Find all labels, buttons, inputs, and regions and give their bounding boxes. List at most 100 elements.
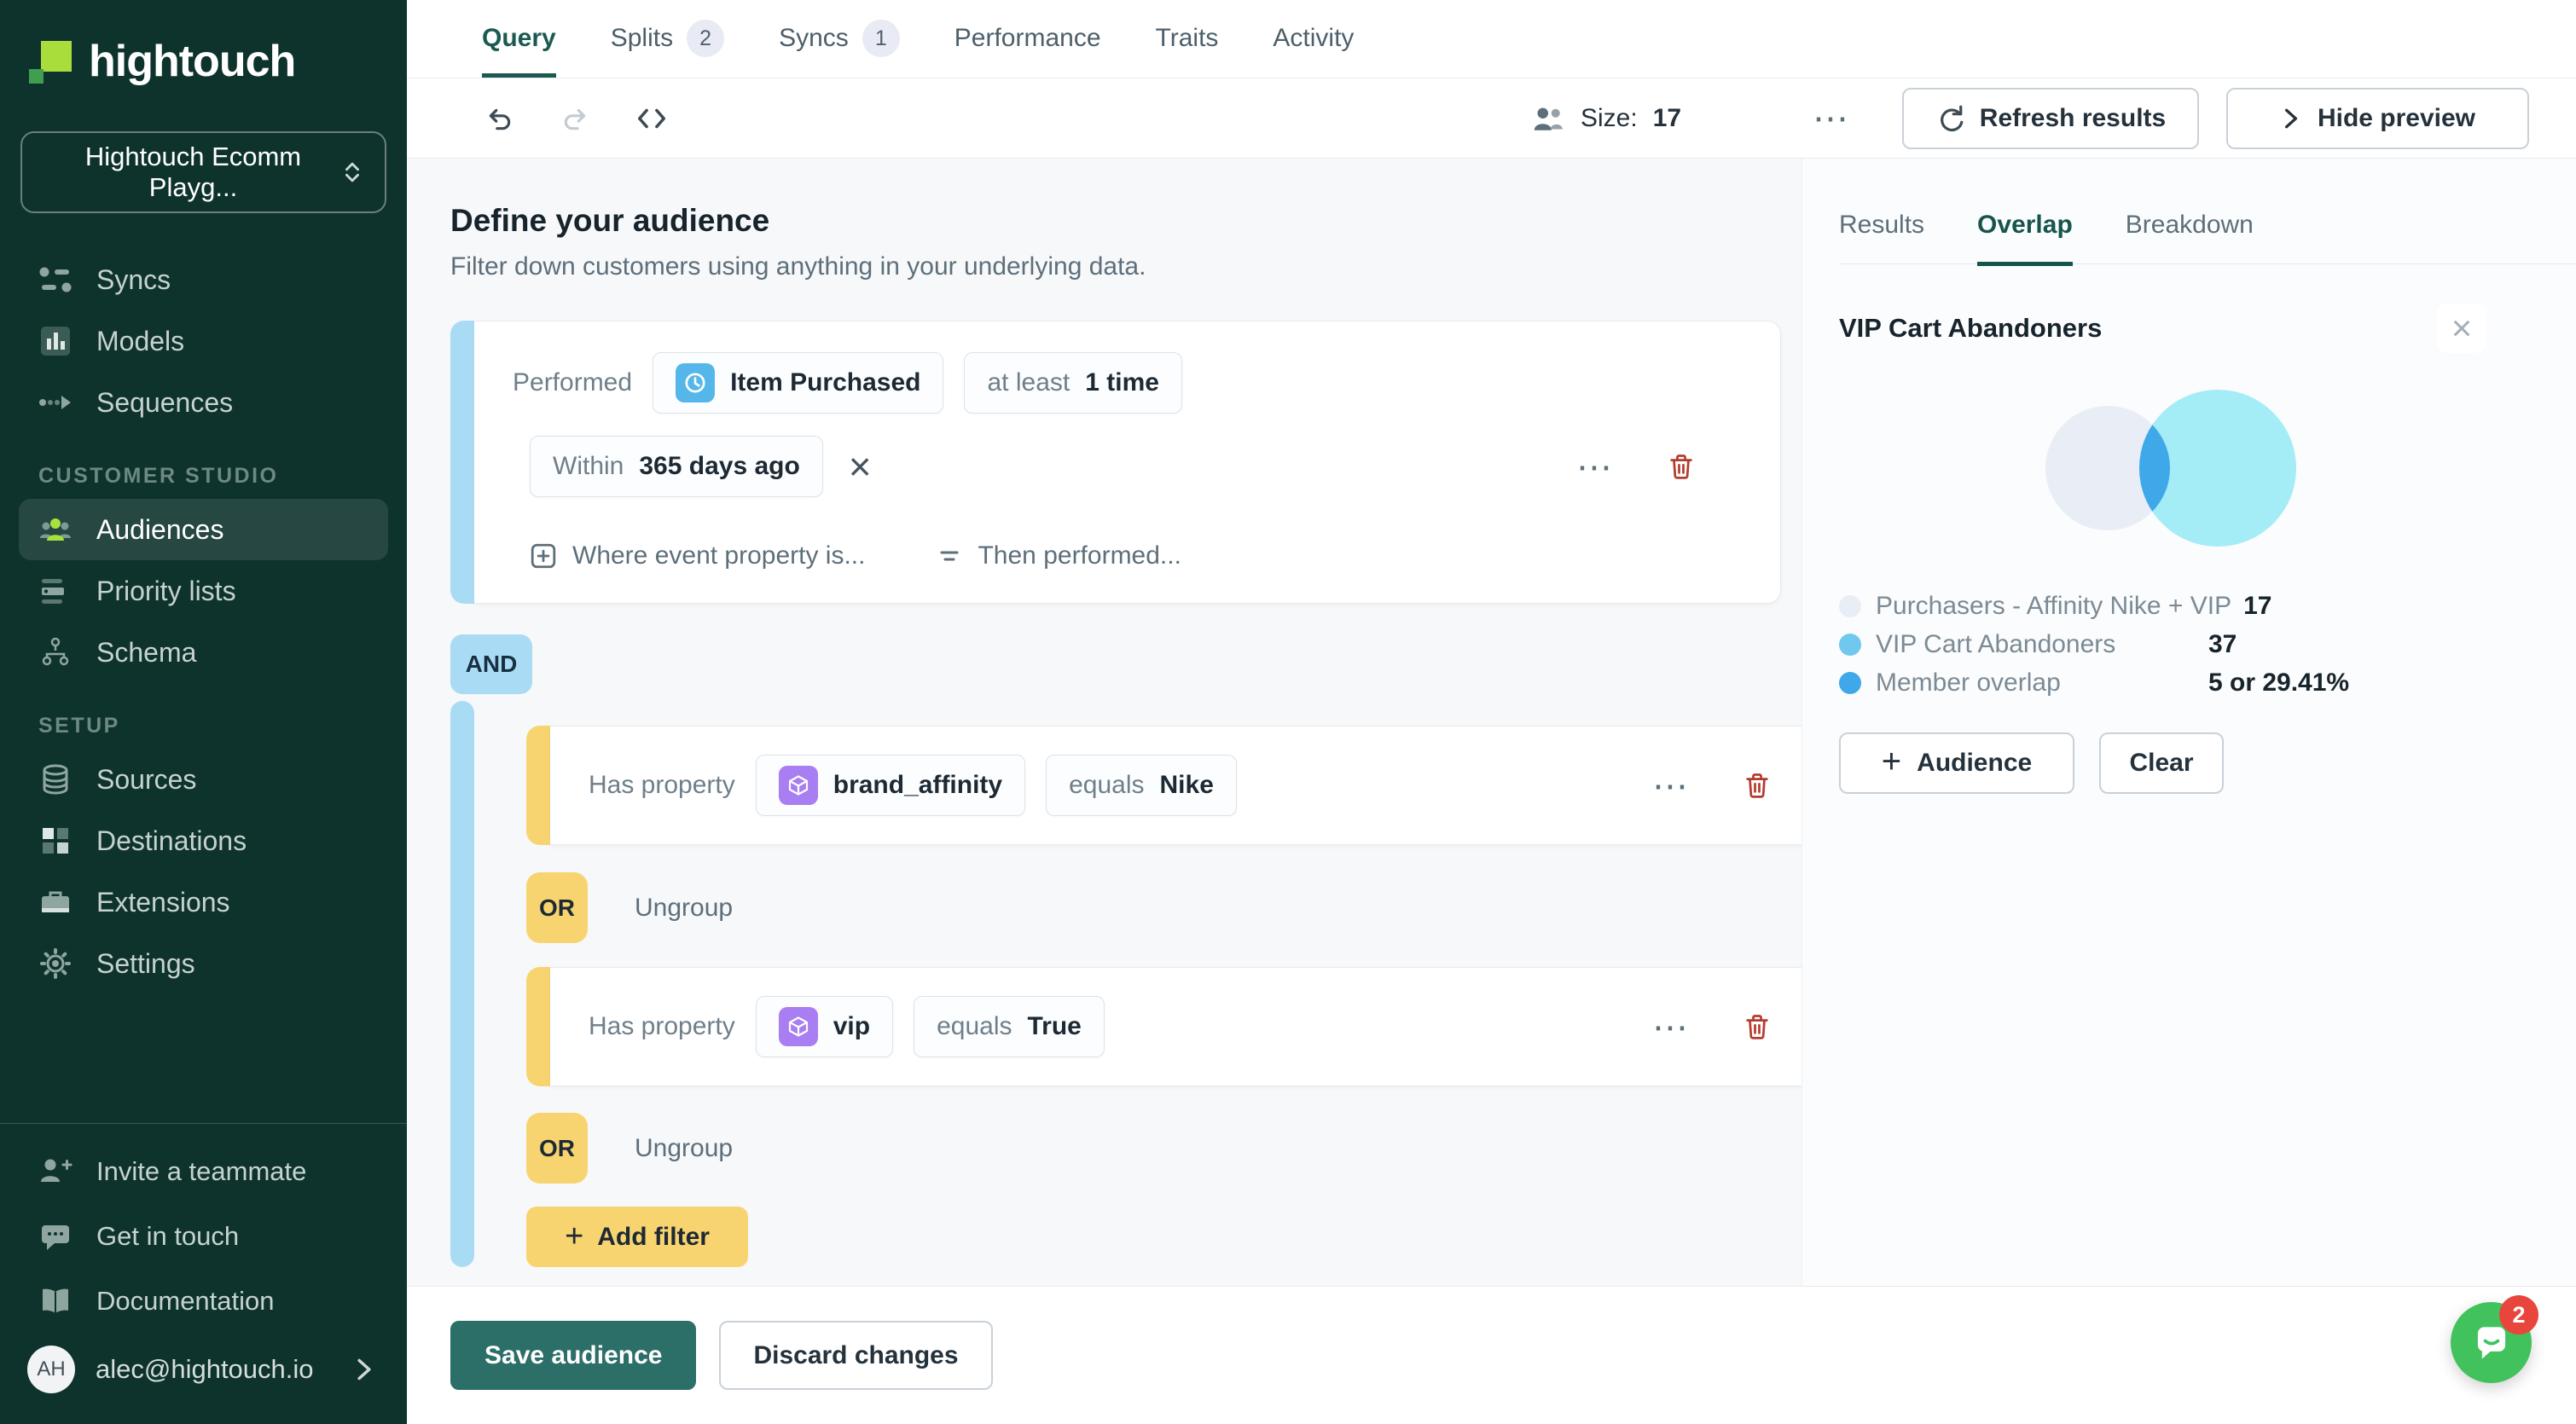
- refresh-icon: [1940, 105, 1964, 132]
- filter-more-button[interactable]: ⋯: [1576, 446, 1614, 488]
- logo-wordmark: hightouch: [89, 37, 296, 86]
- refresh-label: Refresh results: [1979, 104, 2167, 132]
- tab-syncs[interactable]: Syncs 1: [779, 0, 900, 78]
- or-group-bar: [526, 967, 550, 1086]
- add-audience-button[interactable]: + Audience: [1839, 732, 2074, 794]
- tab-splits[interactable]: Splits 2: [611, 0, 725, 78]
- code-view-button[interactable]: [632, 99, 671, 138]
- time-window-chip[interactable]: Within 365 days ago: [530, 436, 823, 497]
- plus-icon: +: [1881, 742, 1902, 780]
- property-chip[interactable]: brand_affinity: [755, 755, 1026, 816]
- invite-teammate-item[interactable]: Invite a teammate: [19, 1139, 388, 1204]
- delete-filter-button[interactable]: [1663, 449, 1699, 484]
- sidebar: hightouch Hightouch Ecomm Playg... Syncs…: [0, 0, 407, 1424]
- add-filter-label: Add filter: [597, 1222, 710, 1251]
- where-event-label: Where event property is...: [572, 541, 866, 570]
- filter-more-button[interactable]: ⋯: [1652, 1006, 1690, 1048]
- legend-value: 5 or 29.41%: [2208, 668, 2350, 697]
- tab-label: Syncs: [779, 24, 849, 52]
- tab-activity[interactable]: Activity: [1273, 0, 1354, 78]
- workspace-selector[interactable]: Hightouch Ecomm Playg...: [20, 131, 386, 213]
- legend-label: Purchasers - Affinity Nike + VIP: [1876, 591, 2232, 620]
- funnel-lines-icon: [940, 551, 959, 561]
- sidebar-item-sources[interactable]: Sources: [19, 749, 388, 810]
- sidebar-item-destinations[interactable]: Destinations: [19, 810, 388, 871]
- hightouch-logo[interactable]: hightouch: [29, 36, 407, 87]
- chat-launcher-button[interactable]: 2: [2451, 1295, 2538, 1383]
- operator-value-chip[interactable]: equals True: [914, 996, 1105, 1057]
- clear-button[interactable]: Clear: [2099, 732, 2224, 794]
- filter-more-button[interactable]: ⋯: [1652, 765, 1690, 807]
- legend-value: 17: [2243, 591, 2272, 620]
- audience-tabs: Query Splits 2 Syncs 1 Performance Trait…: [407, 0, 2576, 78]
- delete-filter-button[interactable]: [1739, 767, 1775, 803]
- chevron-right-icon: [352, 1357, 376, 1381]
- sidebar-item-settings[interactable]: Settings: [19, 933, 388, 994]
- cube-icon: [788, 1016, 808, 1037]
- operator-value-chip[interactable]: equals Nike: [1046, 755, 1237, 816]
- property-filter-card: Has property brand_affinity equals Nike …: [526, 726, 1801, 845]
- account-menu[interactable]: AH alec@hightouch.io: [19, 1334, 388, 1405]
- and-connector-badge[interactable]: AND: [450, 634, 532, 694]
- tab-label: Query: [482, 24, 556, 52]
- tab-breakdown[interactable]: Breakdown: [2126, 211, 2254, 266]
- person-add-icon: [38, 1155, 73, 1189]
- legend-row: VIP Cart Abandoners 37: [1839, 625, 2576, 663]
- save-audience-button[interactable]: Save audience: [450, 1321, 697, 1390]
- legend-row: Member overlap 5 or 29.41%: [1839, 663, 2576, 702]
- sidebar-item-models[interactable]: Models: [19, 310, 388, 372]
- sidebar-item-syncs[interactable]: Syncs: [19, 249, 388, 310]
- tab-query[interactable]: Query: [482, 0, 556, 78]
- sidebar-item-extensions[interactable]: Extensions: [19, 871, 388, 933]
- legend-dot: [1839, 671, 1861, 694]
- plus-icon: +: [565, 1219, 584, 1254]
- has-property-label: Has property: [589, 771, 735, 799]
- tab-performance[interactable]: Performance: [954, 0, 1101, 78]
- delete-filter-button[interactable]: [1739, 1009, 1775, 1045]
- toolbar-more-button[interactable]: ⋯: [1813, 78, 1850, 158]
- where-event-property-button[interactable]: Where event property is...: [530, 541, 865, 570]
- sidebar-item-schema[interactable]: Schema: [19, 622, 388, 683]
- sidebar-item-sequences[interactable]: Sequences: [19, 372, 388, 433]
- tab-overlap[interactable]: Overlap: [1977, 211, 2073, 266]
- or-connector-badge[interactable]: OR: [526, 1113, 588, 1184]
- add-filter-button[interactable]: + Add filter: [526, 1207, 748, 1267]
- sidebar-item-audiences[interactable]: Audiences: [19, 499, 388, 560]
- has-property-label: Has property: [589, 1012, 735, 1040]
- remove-window-button[interactable]: ×: [849, 447, 872, 486]
- ungroup-button[interactable]: Ungroup: [635, 894, 733, 923]
- footer-item-label: Documentation: [96, 1286, 275, 1316]
- splits-count-badge: 2: [687, 20, 725, 57]
- tab-traits[interactable]: Traits: [1156, 0, 1219, 78]
- frequency-chip[interactable]: at least 1 time: [964, 352, 1182, 414]
- workspace-name: Hightouch Ecomm Playg...: [84, 142, 302, 202]
- property-chip[interactable]: vip: [755, 996, 894, 1057]
- sidebar-item-label: Priority lists: [96, 575, 236, 606]
- ungroup-button[interactable]: Ungroup: [635, 1134, 733, 1163]
- venn-diagram: [2045, 390, 2296, 547]
- tab-results[interactable]: Results: [1839, 211, 1924, 266]
- preview-tabs: Results Overlap Breakdown: [1839, 159, 2576, 266]
- close-overlap-button[interactable]: ×: [2437, 304, 2486, 353]
- then-performed-button[interactable]: Then performed...: [937, 541, 1181, 570]
- cube-icon: [788, 775, 808, 796]
- event-chip[interactable]: Item Purchased: [653, 352, 944, 414]
- schema-icon: [38, 635, 73, 669]
- get-in-touch-item[interactable]: Get in touch: [19, 1204, 388, 1269]
- sidebar-item-priority-lists[interactable]: Priority lists: [19, 560, 388, 622]
- documentation-item[interactable]: Documentation: [19, 1269, 388, 1334]
- redo-button[interactable]: [557, 101, 593, 136]
- query-toolbar: Size: 17 ⋯ Refresh results Hide preview: [407, 78, 2576, 159]
- trash-icon: [1746, 773, 1768, 798]
- discard-changes-button[interactable]: Discard changes: [719, 1321, 993, 1390]
- performed-label: Performed: [513, 368, 633, 397]
- refresh-results-button[interactable]: Refresh results: [1902, 88, 2199, 149]
- undo-button[interactable]: [482, 101, 518, 136]
- legend-label: Member overlap: [1876, 668, 2061, 697]
- save-bar: Save audience Discard changes: [407, 1286, 2576, 1424]
- or-connector-badge[interactable]: OR: [526, 872, 588, 943]
- hide-preview-label: Hide preview: [2317, 104, 2476, 132]
- sidebar-item-label: Schema: [96, 636, 197, 668]
- hide-preview-button[interactable]: Hide preview: [2226, 88, 2529, 149]
- property-name: brand_affinity: [833, 771, 1003, 799]
